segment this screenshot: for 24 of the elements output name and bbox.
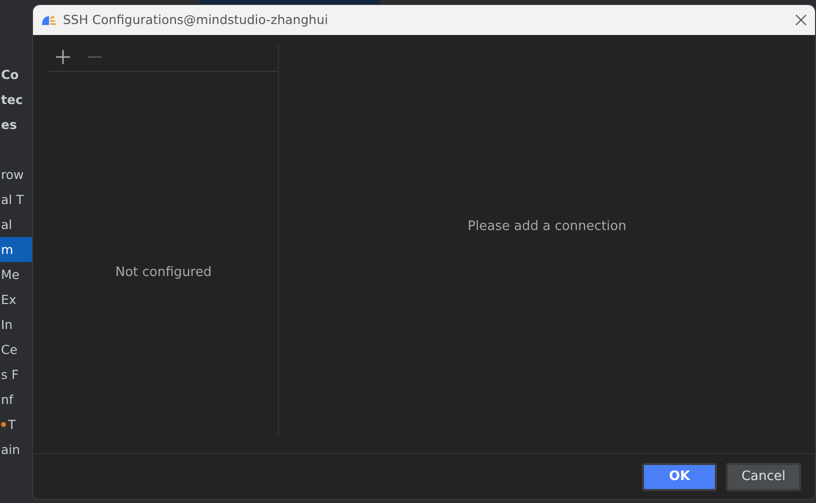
background-list-item[interactable]: Ex <box>0 287 32 312</box>
app-logo-icon <box>41 13 57 27</box>
background-list-item[interactable]: Me <box>0 262 32 287</box>
add-icon[interactable] <box>55 49 71 65</box>
close-icon[interactable] <box>795 14 807 26</box>
empty-detail-message: Please add a connection <box>468 218 626 236</box>
background-list-item[interactable]: s F <box>0 362 32 387</box>
background-list-item[interactable]: ain <box>0 437 32 462</box>
window-title: SSH Configurations@mindstudio-zhanghui <box>63 10 328 29</box>
ok-button[interactable]: OK <box>642 462 717 490</box>
background-list-item[interactable]: Co <box>0 62 32 87</box>
background-list-item[interactable]: nf <box>0 387 32 412</box>
empty-list-message: Not configured <box>115 264 212 282</box>
background-list-item[interactable]: row <box>0 162 32 187</box>
background-list-item[interactable]: m <box>0 237 32 262</box>
background-list-item[interactable]: al <box>0 212 32 237</box>
background-list-item[interactable]: es <box>0 112 32 137</box>
background-list-item[interactable]: T <box>8 412 16 437</box>
background-list-item[interactable]: tec <box>0 87 32 112</box>
background-list-item[interactable]: al T <box>0 187 32 212</box>
dot-icon <box>1 422 6 427</box>
cancel-button[interactable]: Cancel <box>726 462 801 490</box>
background-list-item[interactable]: In <box>0 312 32 337</box>
background-list-item[interactable]: Ce <box>0 337 32 362</box>
